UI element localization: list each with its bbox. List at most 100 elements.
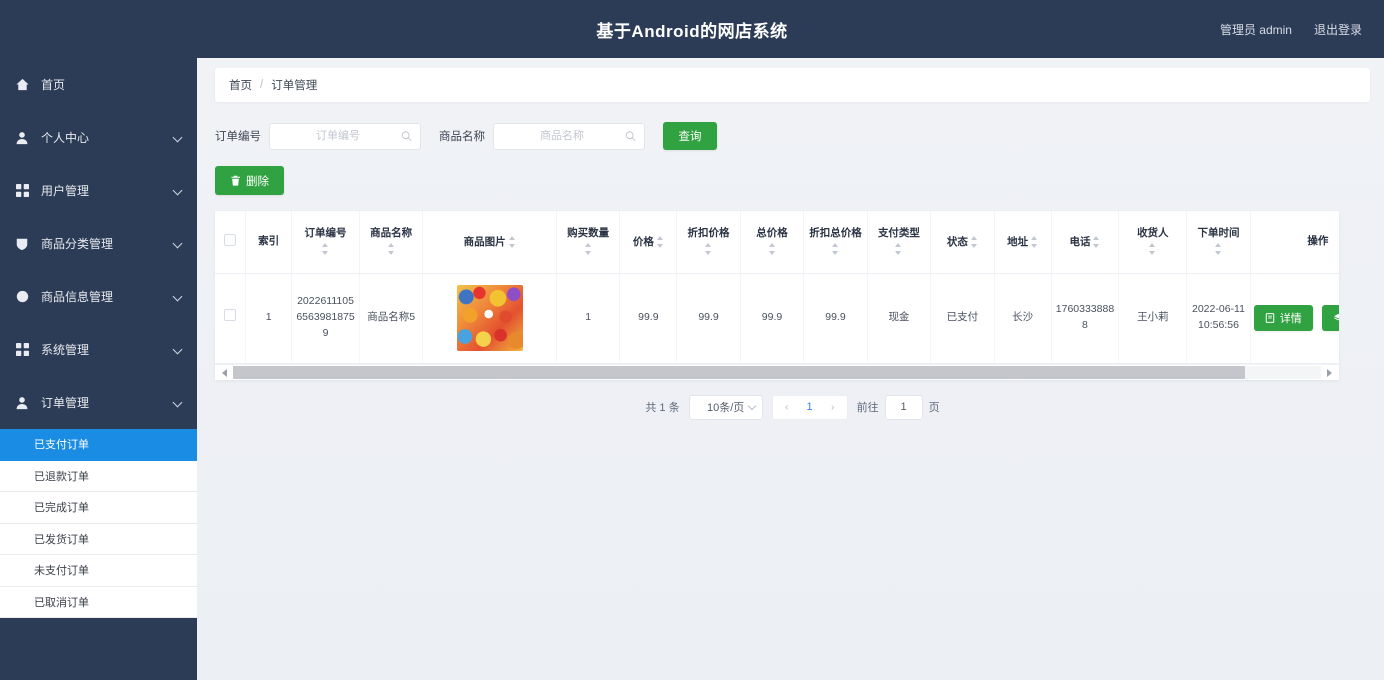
row-checkbox[interactable]: [224, 309, 237, 322]
sort-icon[interactable]: [705, 242, 712, 256]
scroll-right-icon[interactable]: [1325, 367, 1333, 377]
col-total-price[interactable]: 总价格: [740, 211, 805, 274]
sort-icon[interactable]: [656, 235, 664, 249]
page-number-1[interactable]: 1: [799, 396, 821, 419]
chevron-down-icon: [747, 401, 756, 411]
scrollbar-track[interactable]: [233, 365, 1321, 379]
pagination: 共 1 条 10条/页 ‹ 1 › 前往 1 页: [215, 394, 1370, 420]
sidebar-item-home[interactable]: 首页: [0, 58, 197, 111]
cell-receiver: 王小莉: [1118, 273, 1188, 364]
truck-icon: [1333, 313, 1339, 323]
order-no-field[interactable]: [269, 122, 421, 150]
col-discount-total[interactable]: 折扣总价格: [803, 211, 868, 274]
col-operations-label: 操作: [1307, 235, 1329, 248]
sort-icon[interactable]: [895, 242, 902, 256]
col-order-no-label: 订单编号: [304, 227, 347, 240]
trash-icon: [230, 175, 241, 186]
home-icon: [14, 77, 30, 93]
col-price[interactable]: 价格: [619, 211, 678, 274]
scrollbar-thumb[interactable]: [233, 365, 1245, 379]
document-icon: [1265, 313, 1275, 323]
col-address[interactable]: 地址: [994, 211, 1052, 274]
col-pay-type-label: 支付类型: [877, 227, 920, 240]
col-order-time[interactable]: 下单时间: [1186, 211, 1251, 274]
sidebar-item-profile[interactable]: 个人中心: [0, 111, 197, 164]
submenu-item-paid-orders[interactable]: 已支付订单: [0, 429, 197, 461]
chevron-down-icon: [173, 398, 183, 408]
bulk-action-bar: 删除: [215, 166, 1370, 195]
orders-table: 索引 订单编号 商品名称 商品图片 购买数量 价格 折扣价格 总价格 折扣总价格…: [215, 211, 1339, 364]
submenu-item-unpaid-orders[interactable]: 未支付订单: [0, 555, 197, 587]
submenu-item-completed-orders[interactable]: 已完成订单: [0, 492, 197, 524]
search-button[interactable]: 查询: [663, 122, 717, 150]
cell-index: 1: [245, 273, 293, 364]
col-total-price-label: 总价格: [756, 227, 788, 240]
sidebar-item-label: 系统管理: [41, 343, 90, 357]
sort-icon[interactable]: [1214, 242, 1222, 256]
sidebar-item-user-management[interactable]: 用户管理: [0, 164, 197, 217]
col-product-image[interactable]: 商品图片: [422, 211, 557, 274]
next-page-button[interactable]: ›: [823, 396, 843, 419]
detail-button[interactable]: 详情: [1253, 305, 1313, 331]
sort-icon[interactable]: [322, 242, 329, 256]
order-submenu: 已支付订单 已退款订单 已完成订单 已发货订单 未支付订单 已取消订单: [0, 429, 197, 618]
select-all-checkbox[interactable]: [224, 233, 237, 246]
delete-button[interactable]: 删除: [215, 166, 284, 195]
submenu-item-refunded-orders[interactable]: 已退款订单: [0, 461, 197, 492]
submenu-item-cancelled-orders[interactable]: 已取消订单: [0, 587, 197, 618]
page-jump-label: 前往: [856, 402, 879, 414]
col-order-no[interactable]: 订单编号: [291, 211, 360, 274]
sort-icon[interactable]: [1093, 235, 1100, 249]
col-quantity[interactable]: 购买数量: [556, 211, 621, 274]
cell-product-image: [422, 273, 557, 364]
cell-address: 长沙: [994, 273, 1052, 364]
page-size-select[interactable]: 10条/页: [688, 394, 763, 420]
ship-button[interactable]: 发货: [1321, 305, 1339, 331]
user-icon: [14, 130, 30, 146]
chevron-down-icon: [173, 186, 183, 196]
sidebar-item-product-management[interactable]: 商品信息管理: [0, 270, 197, 323]
col-product-name-label: 商品名称: [370, 227, 413, 240]
chevron-down-icon: [173, 239, 183, 249]
sort-icon[interactable]: [1031, 235, 1038, 249]
page-jump-suffix: 页: [928, 402, 940, 414]
sort-icon[interactable]: [768, 242, 776, 256]
sidebar-item-category-management[interactable]: 商品分类管理: [0, 217, 197, 270]
page-jump-input[interactable]: 1: [884, 394, 923, 420]
breadcrumb-home[interactable]: 首页: [229, 77, 252, 93]
col-receiver[interactable]: 收货人: [1118, 211, 1188, 274]
sidebar-item-label: 商品信息管理: [41, 290, 114, 304]
scroll-left-icon[interactable]: [221, 367, 229, 377]
col-discount-price[interactable]: 折扣价格: [676, 211, 741, 274]
sort-icon[interactable]: [387, 242, 395, 256]
col-operations: 操作: [1250, 211, 1339, 274]
logout-button[interactable]: 退出登录: [1314, 21, 1362, 38]
chevron-down-icon: [173, 345, 183, 355]
col-discount-price-label: 折扣价格: [687, 227, 730, 240]
sidebar-item-system-management[interactable]: 系统管理: [0, 323, 197, 376]
col-status-label: 状态: [946, 235, 968, 248]
col-pay-type[interactable]: 支付类型: [867, 211, 932, 274]
prev-page-button[interactable]: ‹: [777, 396, 797, 419]
order-no-input[interactable]: [280, 123, 396, 149]
cell-order-time: 2022-06-11 10:56:56: [1186, 273, 1251, 364]
sidebar-item-order-management[interactable]: 订单管理: [0, 376, 197, 429]
col-product-name[interactable]: 商品名称: [359, 211, 424, 274]
top-header: 基于Android的网店系统 管理员 admin 退出登录: [0, 0, 1384, 58]
sort-icon[interactable]: [584, 242, 592, 256]
chevron-down-icon: [173, 292, 183, 302]
sidebar-item-label: 个人中心: [41, 131, 90, 145]
sort-icon[interactable]: [831, 242, 839, 256]
cell-discount-total: 99.9: [803, 273, 868, 364]
col-status[interactable]: 状态: [930, 211, 995, 274]
page-size-label: 10条/页: [706, 402, 745, 414]
product-name-input[interactable]: [504, 123, 620, 149]
search-icon: [625, 131, 636, 142]
sort-icon[interactable]: [970, 235, 978, 249]
sort-icon[interactable]: [1149, 242, 1156, 256]
product-name-field[interactable]: [493, 122, 645, 150]
submenu-item-shipped-orders[interactable]: 已发货订单: [0, 524, 197, 555]
table-horizontal-scrollbar[interactable]: [215, 363, 1339, 380]
sort-icon[interactable]: [508, 235, 516, 249]
col-phone[interactable]: 电话: [1051, 211, 1120, 274]
